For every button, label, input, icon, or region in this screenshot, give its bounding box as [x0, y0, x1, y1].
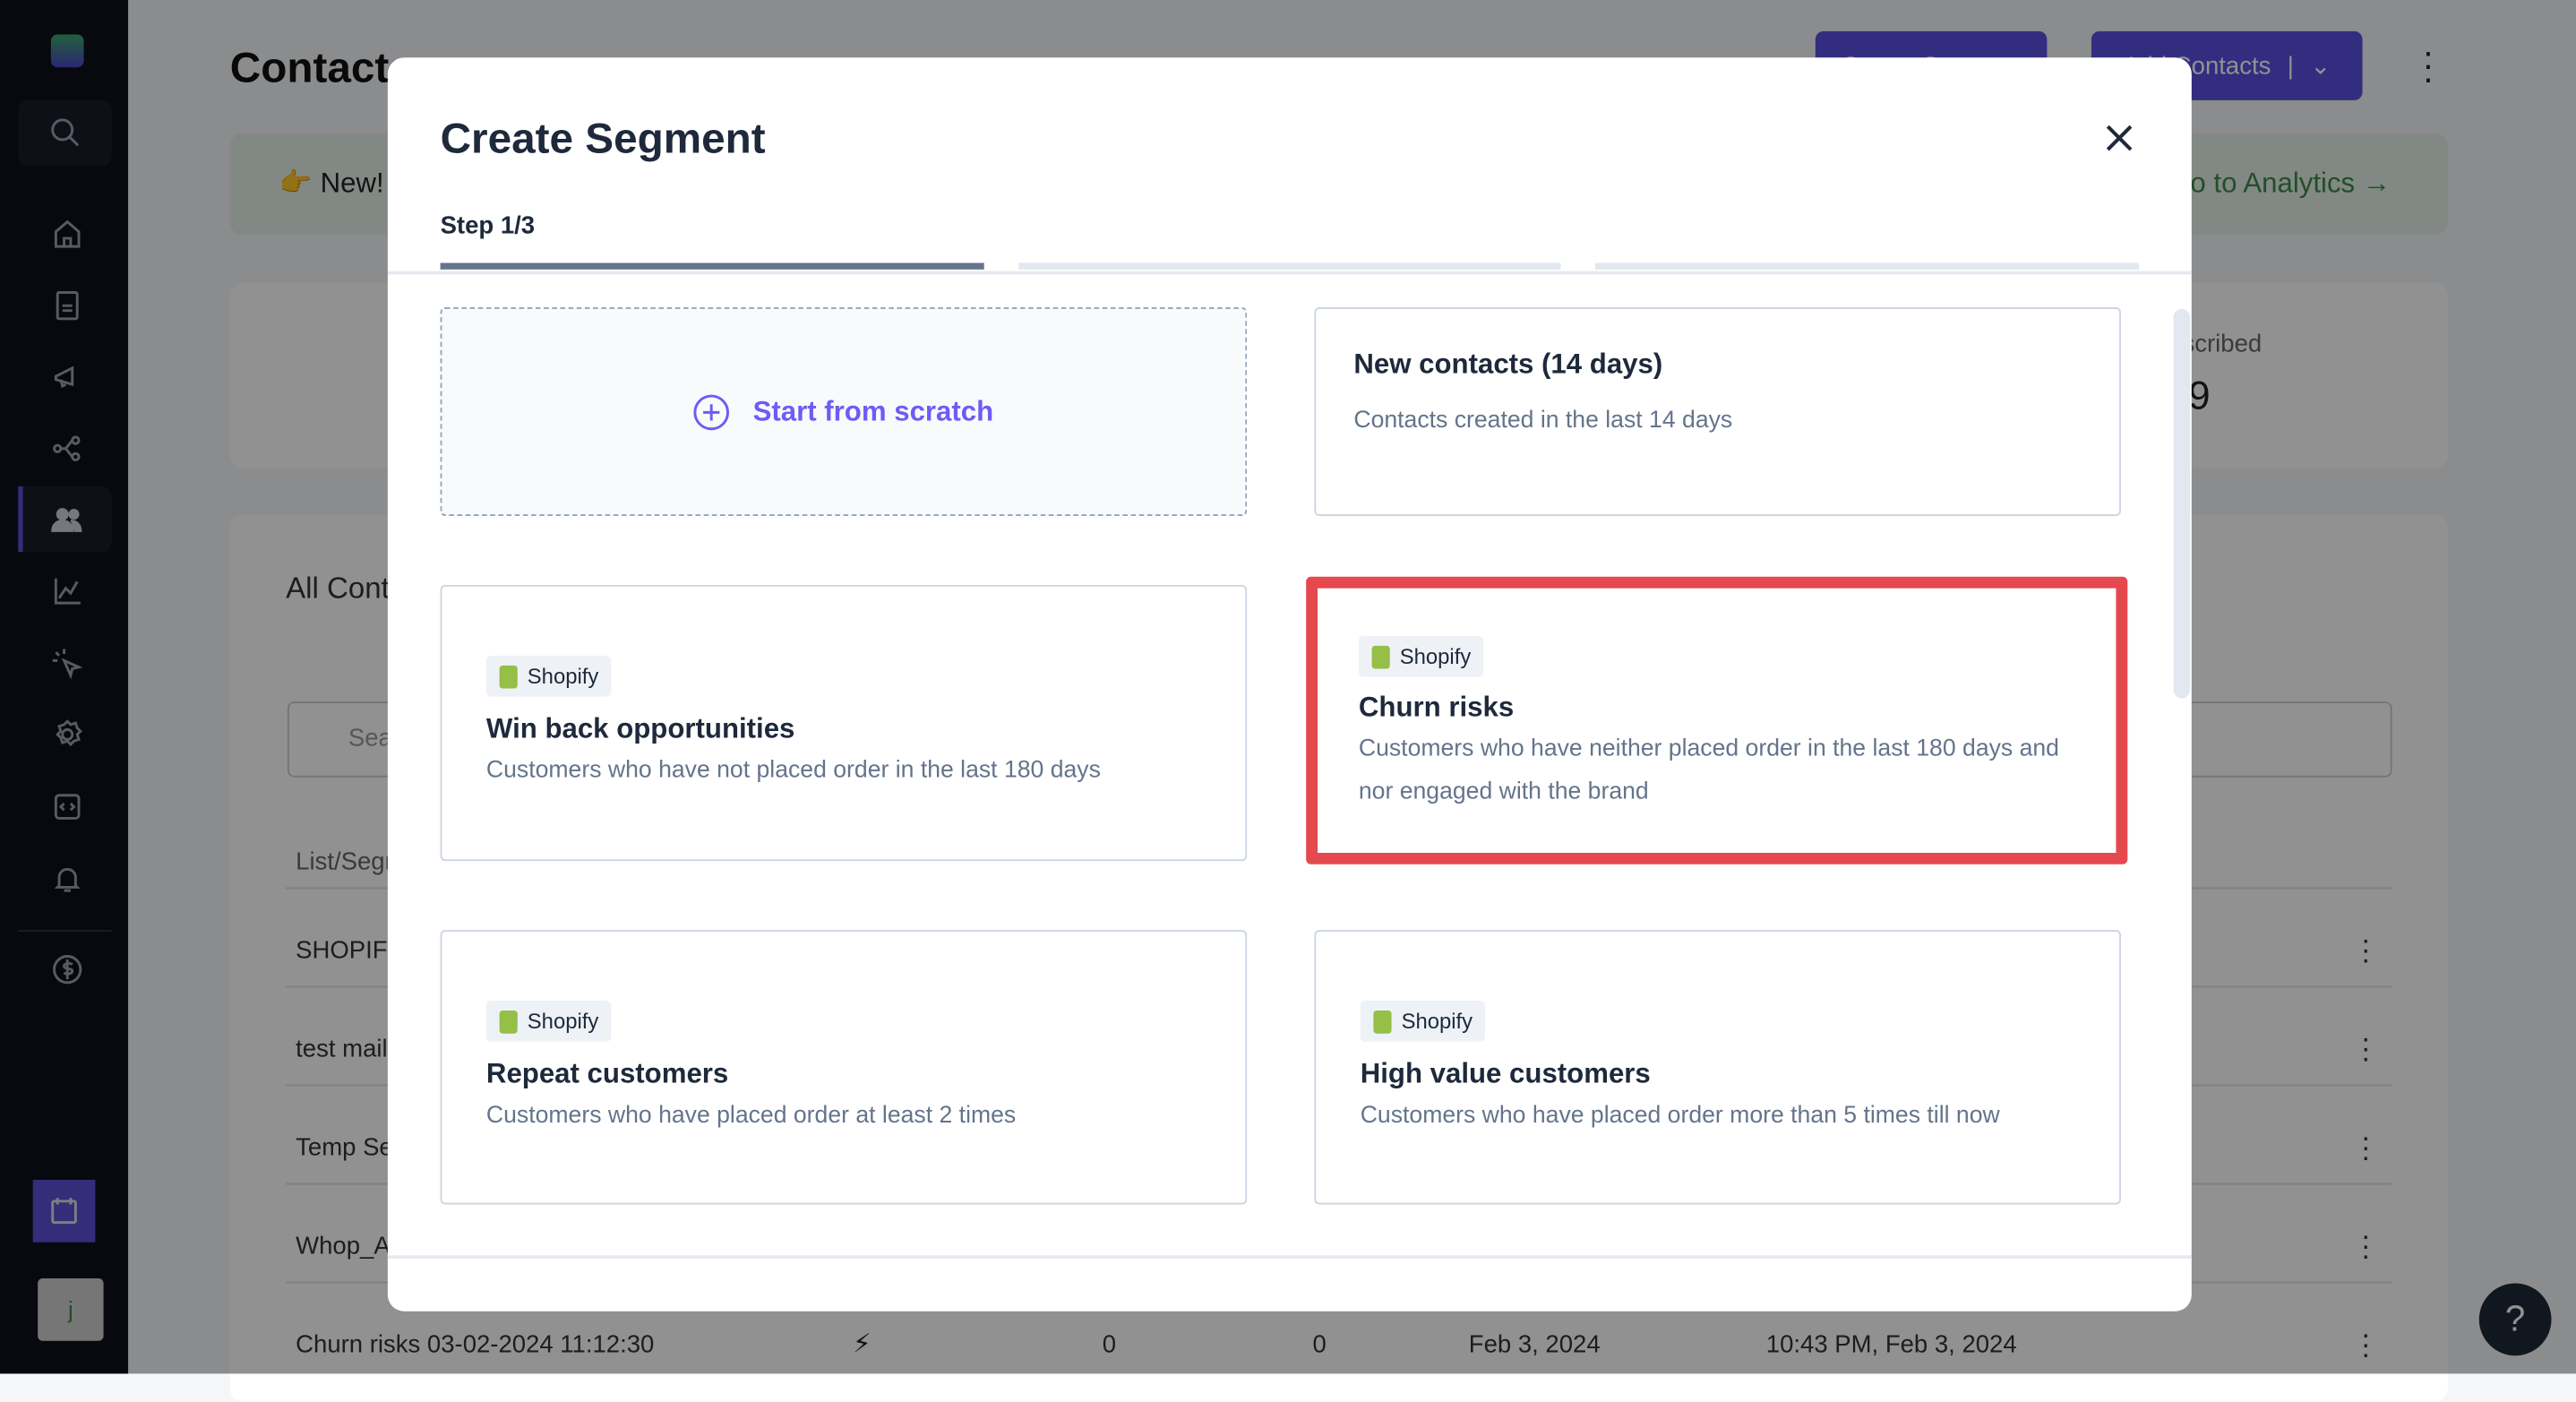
header-divider [387, 271, 2192, 275]
modal-title: Create Segment [440, 113, 766, 163]
shopify-icon [1371, 644, 1390, 668]
shopify-badge: Shopify [485, 1001, 613, 1042]
progress-step-2 [1018, 262, 1561, 270]
create-segment-modal: Create Segment Step 1/3 Start from scrat… [387, 57, 2192, 1312]
shopify-badge: Shopify [1360, 1001, 1486, 1042]
footer-divider [387, 1255, 2192, 1259]
segment-card-win-back[interactable]: Shopify Win back opportunities Customers… [440, 584, 1248, 862]
segment-card-repeat-customers[interactable]: Shopify Repeat customers Customers who h… [440, 930, 1248, 1205]
shopify-icon [1373, 1010, 1392, 1033]
step-indicator: Step 1/3 [440, 211, 536, 240]
scrollbar[interactable] [2173, 308, 2190, 699]
progress-step-1 [440, 262, 984, 270]
shopify-badge: Shopify [485, 655, 613, 697]
segment-card-high-value[interactable]: Shopify High value customers Customers w… [1314, 930, 2121, 1205]
segment-card-new-contacts[interactable]: New contacts (14 days) Contacts created … [1314, 306, 2121, 516]
progress-step-3 [1595, 262, 2140, 270]
plus-circle-icon [693, 393, 730, 430]
start-from-scratch-card[interactable]: Start from scratch [440, 306, 1248, 516]
shopify-badge: Shopify [1358, 635, 1484, 677]
shopify-icon [499, 1010, 518, 1033]
segment-card-churn-risks[interactable]: Shopify Churn risks Customers who have n… [1306, 576, 2128, 864]
close-icon[interactable] [2098, 116, 2141, 159]
shopify-icon [499, 664, 518, 688]
